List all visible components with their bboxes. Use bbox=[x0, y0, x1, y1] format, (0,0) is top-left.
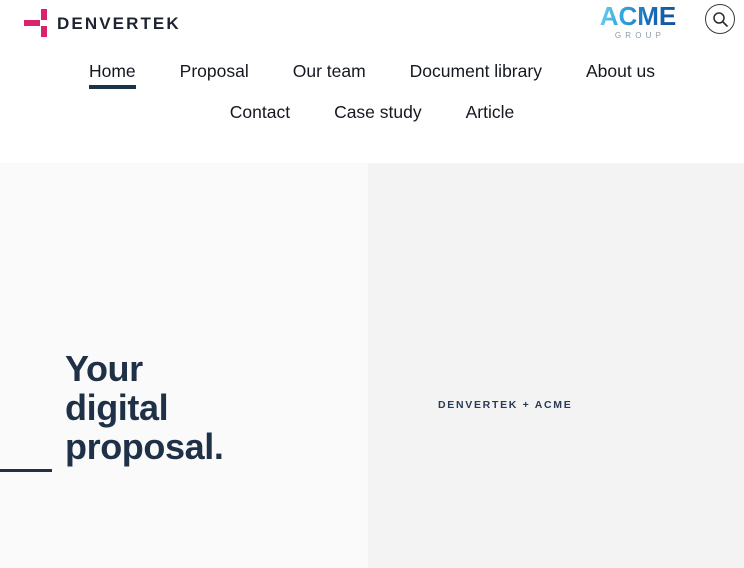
nav-row-secondary: Contact Case study Article bbox=[208, 96, 536, 136]
nav-item-contact[interactable]: Contact bbox=[208, 96, 312, 136]
nav-item-proposal[interactable]: Proposal bbox=[158, 55, 271, 95]
nav-row-primary: Home Proposal Our team Document library … bbox=[67, 55, 677, 95]
hero-title: Your digital proposal. bbox=[65, 348, 224, 467]
acme-wordmark: ACME bbox=[599, 1, 677, 31]
page-root: DENVERTEK ACME GROUP Home Proposal Our t… bbox=[0, 0, 744, 568]
acme-subtitle: GROUP bbox=[614, 31, 666, 41]
search-icon bbox=[712, 11, 728, 27]
nav-item-our-team[interactable]: Our team bbox=[271, 55, 388, 95]
nav-item-article[interactable]: Article bbox=[444, 96, 537, 136]
hero-section: Your digital proposal. DENVERTEK + ACME bbox=[0, 163, 744, 568]
nav-item-home[interactable]: Home bbox=[67, 55, 158, 95]
denvertek-logo[interactable]: DENVERTEK bbox=[24, 9, 181, 37]
hero-right-panel: DENVERTEK + ACME bbox=[368, 163, 744, 568]
hero-left-panel: Your digital proposal. bbox=[0, 163, 368, 568]
denvertek-mark-icon bbox=[24, 9, 48, 37]
top-bar: DENVERTEK ACME GROUP bbox=[0, 0, 744, 50]
acme-group-logo[interactable]: ACME GROUP bbox=[592, 1, 684, 41]
hero-divider-rule bbox=[0, 469, 52, 472]
partnership-badge: DENVERTEK + ACME bbox=[438, 399, 573, 411]
hero-title-line-3: proposal. bbox=[65, 425, 224, 467]
hero-title-line-1: Your bbox=[65, 348, 143, 389]
nav-item-about-us[interactable]: About us bbox=[564, 55, 677, 95]
hero-title-line-2: digital bbox=[65, 386, 169, 428]
search-button[interactable] bbox=[705, 4, 735, 34]
nav-item-case-study[interactable]: Case study bbox=[312, 96, 444, 136]
denvertek-wordmark: DENVERTEK bbox=[57, 13, 181, 33]
nav-item-document-library[interactable]: Document library bbox=[388, 55, 564, 95]
main-navigation: Home Proposal Our team Document library … bbox=[0, 55, 744, 135]
